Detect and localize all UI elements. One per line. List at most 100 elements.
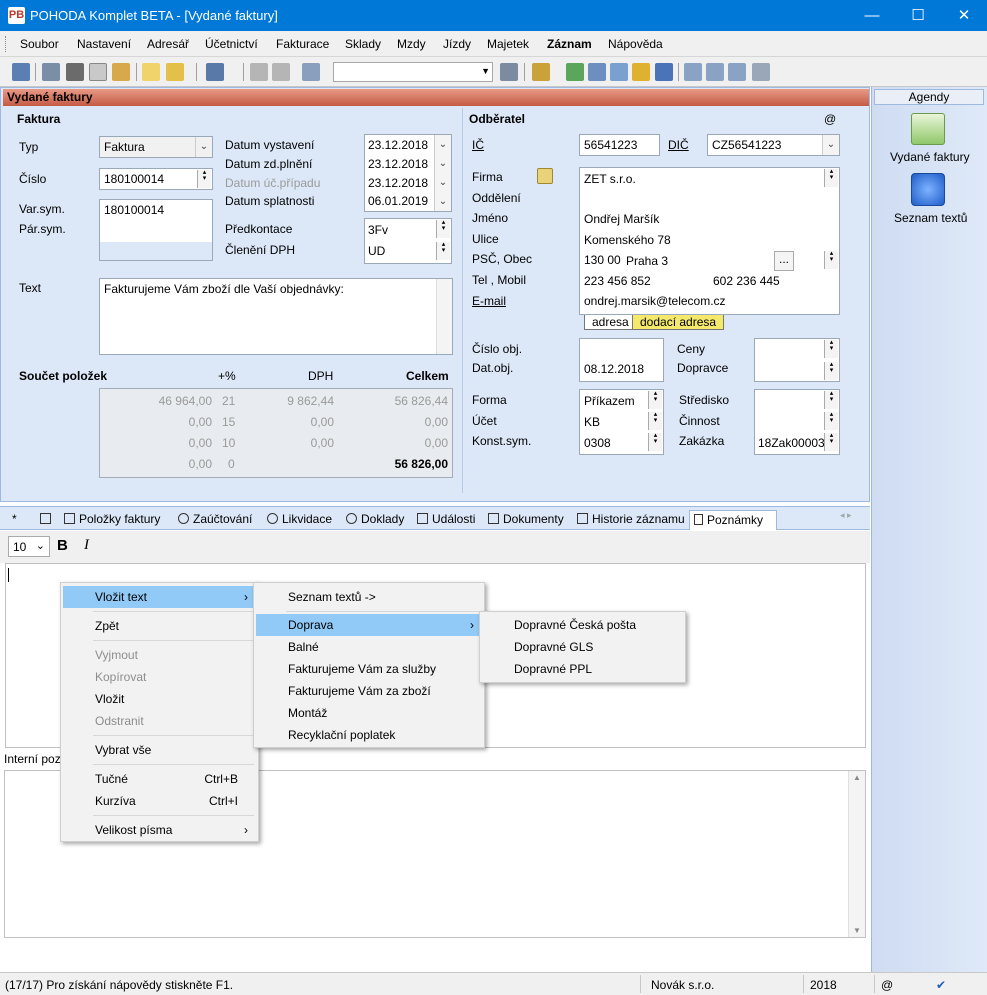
menu-vybrat-vse[interactable]: Vybrat vše bbox=[63, 739, 256, 761]
list-icon[interactable] bbox=[706, 63, 724, 81]
submenu-doprava[interactable]: Doprava › bbox=[256, 614, 482, 636]
coins-icon[interactable] bbox=[632, 63, 650, 81]
copy-doc-icon[interactable] bbox=[42, 63, 60, 81]
status-at-icon[interactable]: @ bbox=[881, 978, 893, 992]
spin-icon[interactable]: ▴ ▾ bbox=[824, 432, 838, 451]
email-label[interactable]: E-mail bbox=[472, 294, 506, 308]
cislo-field[interactable]: 180100014 ▴ ▾ bbox=[99, 168, 213, 190]
scroll-down-icon[interactable]: ▼ bbox=[853, 926, 861, 935]
submenu-recyklacni[interactable]: Recyklační poplatek bbox=[256, 724, 482, 746]
psc-value[interactable]: 130 00 bbox=[584, 253, 621, 267]
submenu-gls[interactable]: Dopravné GLS bbox=[482, 636, 683, 658]
tel-value[interactable]: 223 456 852 bbox=[584, 274, 651, 288]
calendar-dropdown-icon[interactable]: ⌄ bbox=[434, 154, 451, 173]
document-icon[interactable] bbox=[684, 63, 702, 81]
back-arrow-icon[interactable] bbox=[206, 63, 224, 81]
tab-likvidace[interactable]: Likvidace bbox=[263, 510, 336, 528]
datum-spl[interactable]: 06.01.2019 bbox=[368, 194, 428, 208]
spin-icon[interactable]: ▴ ▾ bbox=[824, 168, 838, 187]
notes-icon[interactable] bbox=[728, 63, 746, 81]
spin-icon[interactable]: ▴ ▾ bbox=[197, 169, 211, 188]
copy-icon[interactable] bbox=[302, 63, 320, 81]
bold-button[interactable]: B bbox=[57, 537, 68, 554]
menu-adresar[interactable]: Adresář bbox=[147, 37, 189, 51]
jmeno-value[interactable]: Ondřej Maršík bbox=[584, 212, 659, 226]
firma-value[interactable]: ZET s.r.o. bbox=[584, 172, 636, 186]
spin-icon[interactable]: ▴ ▾ bbox=[824, 411, 838, 430]
menu-vlozit-text[interactable]: Vložit text › bbox=[63, 586, 256, 608]
internal-scrollbar[interactable]: ▲ ▼ bbox=[848, 771, 865, 937]
close-button[interactable]: ✕ bbox=[941, 0, 987, 31]
dic-field[interactable]: CZ56541223 ⌄ bbox=[707, 134, 840, 156]
report-icon[interactable] bbox=[112, 63, 130, 81]
spin-icon[interactable]: ▴ ▾ bbox=[436, 219, 450, 238]
help-icon[interactable] bbox=[752, 63, 770, 81]
maximize-button[interactable]: ☐ bbox=[895, 0, 941, 31]
font-size-select[interactable]: 10 ⌄ bbox=[8, 536, 50, 557]
menu-zpet[interactable]: Zpět bbox=[63, 615, 256, 637]
record-menu-icon[interactable] bbox=[532, 63, 550, 81]
agenda-vydane-faktury[interactable]: Vydané faktury bbox=[890, 150, 970, 164]
ellipsis-button[interactable]: ... bbox=[774, 251, 794, 271]
tab-adresa[interactable]: adresa bbox=[584, 315, 637, 330]
spin-icon[interactable]: ▴ ▾ bbox=[824, 390, 838, 409]
menu-velikost-pisma[interactable]: Velikost písma › bbox=[63, 819, 256, 841]
text-scrollbar[interactable] bbox=[436, 279, 452, 354]
datum-uc[interactable]: 23.12.2018 bbox=[368, 176, 428, 190]
cleneni-value[interactable]: UD bbox=[368, 244, 385, 258]
menu-kurziva[interactable]: Kurzíva Ctrl+I bbox=[63, 790, 256, 812]
submenu-ppl[interactable]: Dopravné PPL bbox=[482, 658, 683, 680]
minimize-button[interactable]: — bbox=[849, 0, 895, 31]
spin-icon[interactable]: ▴ ▾ bbox=[648, 432, 662, 451]
scroll-up-icon[interactable]: ▲ bbox=[853, 773, 861, 782]
submenu-sluzby[interactable]: Fakturujeme Vám za služby bbox=[256, 658, 482, 680]
chevron-down-icon[interactable]: ⌄ bbox=[822, 135, 839, 155]
symbols-box[interactable]: 180100014 bbox=[99, 199, 213, 261]
ic-field[interactable]: 56541223 bbox=[579, 134, 660, 156]
spin-icon[interactable]: ▴ ▾ bbox=[436, 241, 450, 260]
dic-label[interactable]: DIČ bbox=[668, 138, 689, 152]
menu-ucetnictvi[interactable]: Účetnictví bbox=[205, 37, 258, 51]
tab-udalosti[interactable]: Události bbox=[413, 510, 479, 528]
new-record-icon[interactable] bbox=[142, 63, 160, 81]
tab-poznamky[interactable]: Poznámky bbox=[689, 510, 777, 530]
italic-button[interactable]: I bbox=[84, 537, 89, 554]
submenu-ceska-posta[interactable]: Dopravné Česká pošta bbox=[482, 614, 683, 636]
forma-value[interactable]: Příkazem bbox=[584, 394, 635, 408]
tab-dokumenty[interactable]: Dokumenty bbox=[484, 510, 568, 528]
menu-jizdy[interactable]: Jízdy bbox=[443, 37, 471, 51]
menu-majetek[interactable]: Majetek bbox=[487, 37, 529, 51]
tab-polozky[interactable]: Položky faktury bbox=[60, 510, 164, 528]
status-check-icon[interactable]: ✔ bbox=[936, 978, 946, 992]
toolbar-exit-icon[interactable] bbox=[12, 63, 30, 81]
mobil-value[interactable]: 602 236 445 bbox=[713, 274, 780, 288]
menu-mzdy[interactable]: Mzdy bbox=[397, 37, 426, 51]
payment-icon[interactable] bbox=[566, 63, 584, 81]
calendar-dropdown-icon[interactable]: ⌄ bbox=[434, 135, 451, 154]
cancel-edit-icon[interactable] bbox=[272, 63, 290, 81]
menu-vlozit[interactable]: Vložit bbox=[63, 688, 256, 710]
submenu-montaz[interactable]: Montáž bbox=[256, 702, 482, 724]
filter-icon[interactable] bbox=[500, 63, 518, 81]
text-list-agenda-icon[interactable] bbox=[911, 173, 945, 206]
tab-filter[interactable] bbox=[36, 510, 59, 528]
ic-label[interactable]: IČ bbox=[472, 138, 484, 152]
calculator-icon[interactable] bbox=[610, 63, 628, 81]
tab-historie[interactable]: Historie záznamu bbox=[573, 510, 689, 528]
tab-zauctovani[interactable]: Zaúčtování bbox=[174, 510, 256, 528]
spin-icon[interactable]: ▴ ▾ bbox=[648, 411, 662, 430]
obec-value[interactable]: Praha 3 bbox=[626, 254, 668, 268]
datum-zdpl[interactable]: 23.12.2018 bbox=[368, 157, 428, 171]
menu-sklady[interactable]: Sklady bbox=[345, 37, 381, 51]
menu-napoveda[interactable]: Nápověda bbox=[608, 37, 663, 51]
menu-fakturace[interactable]: Fakturace bbox=[276, 37, 329, 51]
ucet-value[interactable]: KB bbox=[584, 415, 600, 429]
spin-icon[interactable]: ▴ ▾ bbox=[648, 390, 662, 409]
submenu-seznam-textu[interactable]: Seznam textů -> bbox=[256, 586, 482, 608]
menu-soubor[interactable]: Soubor bbox=[20, 37, 59, 51]
text-area[interactable]: Fakturujeme Vám zboží dle Vaší objednávk… bbox=[99, 278, 453, 355]
at-icon[interactable]: @ bbox=[824, 112, 836, 126]
tab-dodaci-adresa[interactable]: dodací adresa bbox=[632, 315, 725, 330]
agenda-seznam-textu[interactable]: Seznam textů bbox=[894, 211, 967, 225]
ceny-box[interactable]: ▴ ▾ ▴ ▾ bbox=[754, 338, 840, 382]
